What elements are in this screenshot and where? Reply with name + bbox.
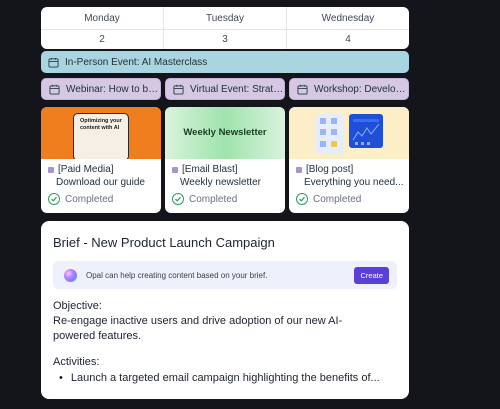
calendar-icon <box>49 84 60 95</box>
day-column-wednesday[interactable]: Wednesday 4 <box>287 7 409 49</box>
day-date: 4 <box>345 34 351 45</box>
event-label: Webinar: How to bui... <box>66 83 160 95</box>
calendar-icon <box>297 84 308 95</box>
day-date: 2 <box>99 34 105 45</box>
event-label: Virtual Event: Strate... <box>190 83 284 95</box>
day-name: Monday <box>41 7 163 30</box>
event-label: Workshop: Developi... <box>314 83 408 95</box>
check-circle-icon <box>296 193 308 205</box>
day-name: Wednesday <box>287 7 409 30</box>
day-column-tuesday[interactable]: Tuesday 3 <box>164 7 287 49</box>
check-circle-icon <box>48 193 60 205</box>
card-thumbnail <box>289 107 409 159</box>
tag-dot-icon <box>48 166 54 173</box>
card-tag: [Paid Media] <box>58 164 114 175</box>
opal-orb-icon <box>64 268 77 282</box>
card-title: Everything you need... <box>304 177 403 188</box>
event-virtual[interactable]: Virtual Event: Strate... <box>165 78 285 100</box>
guide-cover-image: Optimizing your content with AI <box>73 113 129 159</box>
card-title: Weekly newsletter <box>180 177 261 188</box>
create-button[interactable]: Create <box>354 266 389 284</box>
content-card-paid-media[interactable]: Optimizing your content with AI [Paid Me… <box>41 107 161 213</box>
check-circle-icon <box>172 193 184 205</box>
card-thumbnail: Optimizing your content with AI <box>41 107 161 159</box>
event-webinar[interactable]: Webinar: How to bui... <box>41 78 161 100</box>
tag-dot-icon <box>296 166 302 173</box>
content-card-email-blast[interactable]: Weekly Newsletter [Email Blast] Weekly n… <box>165 107 285 213</box>
blog-illustration-chart <box>349 114 383 148</box>
card-tag: [Email Blast] <box>182 164 238 175</box>
calendar-icon <box>48 57 59 68</box>
objective-label: Objective: <box>53 300 102 312</box>
day-date: 3 <box>222 34 228 45</box>
card-tag: [Blog post] <box>306 164 354 175</box>
activity-item: • Launch a targeted email campaign highl… <box>59 372 380 384</box>
event-in-person-ai-masterclass[interactable]: In-Person Event: AI Masterclass <box>41 51 409 73</box>
status-badge: Completed <box>172 193 279 205</box>
opal-assist-banner: Opal can help creating content based on … <box>53 261 397 289</box>
card-title: Download our guide <box>56 177 145 188</box>
calendar-header: Monday 2 Tuesday 3 Wednesday 4 <box>41 7 409 49</box>
day-column-monday[interactable]: Monday 2 <box>41 7 164 49</box>
tag-dot-icon <box>172 166 178 173</box>
status-badge: Completed <box>296 193 403 205</box>
bullet-icon: • <box>59 372 63 384</box>
day-name: Tuesday <box>164 7 286 30</box>
event-workshop[interactable]: Workshop: Developi... <box>289 78 409 100</box>
brief-panel: Brief - New Product Launch Campaign Opal… <box>41 221 409 399</box>
newsletter-banner-text: Weekly Newsletter <box>183 127 267 138</box>
content-card-blog-post[interactable]: [Blog post] Everything you need... Compl… <box>289 107 409 213</box>
blog-illustration-panel <box>316 114 344 154</box>
card-thumbnail: Weekly Newsletter <box>165 107 285 159</box>
event-label: In-Person Event: AI Masterclass <box>65 56 208 68</box>
objective-text: Re-engage inactive users and drive adopt… <box>53 315 343 342</box>
brief-title: Brief - New Product Launch Campaign <box>53 235 275 250</box>
opal-message: Opal can help creating content based on … <box>86 270 268 280</box>
activities-label: Activities: <box>53 356 100 368</box>
status-badge: Completed <box>48 193 155 205</box>
calendar-icon <box>173 84 184 95</box>
